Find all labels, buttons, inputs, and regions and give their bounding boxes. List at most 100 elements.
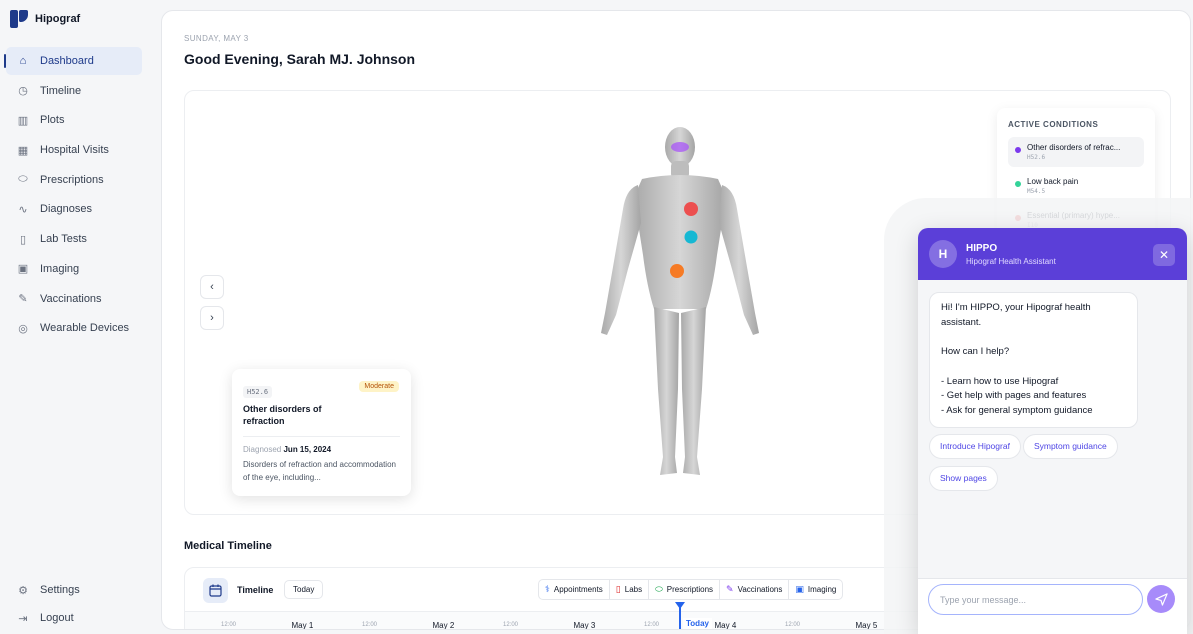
active-conditions-title: ACTIVE CONDITIONS: [1008, 120, 1099, 129]
active-condition-item[interactable]: Other disorders of refrac... H52.6: [1008, 137, 1144, 167]
sidebar-item-wearable-devices[interactable]: ◎ Wearable Devices: [6, 314, 142, 342]
sidebar: Hipograf ⌂ Dashboard ◷ Timeline ▥ Plots ▦ Hospi…: [0, 0, 150, 634]
active-condition-item[interactable]: Low back pain M54.5: [1008, 171, 1144, 201]
sidebar-item-hospital-visits[interactable]: ▦ Hospital Visits: [6, 136, 142, 164]
condition-marker-lower-abdomen[interactable]: [670, 264, 684, 278]
timeline-label: Timeline: [237, 585, 274, 595]
sidebar-item-label: Plots: [40, 114, 65, 127]
watch-icon: ◎: [18, 322, 28, 335]
chat-close-button[interactable]: ✕: [1153, 244, 1175, 266]
severity-badge: Moderate: [359, 381, 399, 392]
filter-label: Vaccinations: [737, 585, 783, 594]
active-condition-name: Low back pain: [1027, 177, 1079, 186]
sidebar-item-label: Lab Tests: [40, 233, 87, 246]
sidebar-item-label: Prescriptions: [40, 173, 104, 186]
today-button[interactable]: Today: [284, 580, 324, 599]
assistant-chat-widget: H HIPPO Hipograf Health Assistant ✕ Hi! …: [918, 228, 1187, 634]
bar-chart-icon: ▥: [17, 114, 29, 127]
sidebar-item-plots[interactable]: ▥ Plots: [6, 106, 142, 134]
syringe-icon: ✎: [726, 584, 734, 594]
active-condition-code: H52.6: [1027, 154, 1046, 161]
timeline-time-label: 12:00: [503, 622, 519, 628]
quick-replies: Introduce Hipograf Symptom guidance Show p…: [929, 434, 1179, 498]
pill-icon: ⬭: [18, 173, 28, 186]
sidebar-item-logout[interactable]: ⇥ Logout: [6, 604, 142, 632]
diagnosed-date: Jun 15, 2024: [283, 445, 332, 455]
filter-vaccinations[interactable]: ✎ Vaccinations: [719, 579, 790, 600]
divider: [243, 436, 400, 438]
close-icon: ✕: [1158, 248, 1170, 262]
condition-color-dot: [1015, 147, 1021, 153]
condition-description: Disorders of refraction and accommodatio…: [243, 460, 396, 483]
filter-label: Prescriptions: [666, 585, 714, 594]
diagnosed-label: Diagnosed: [243, 445, 282, 455]
sidebar-nav: ⌂ Dashboard ◷ Timeline ▥ Plots ▦ Hospital Visit…: [4, 47, 142, 344]
condition-color-dot: [1015, 181, 1021, 187]
gear-icon: ⚙: [18, 584, 28, 597]
medical-timeline-title: Medical Timeline: [184, 540, 272, 552]
sidebar-item-lab-tests[interactable]: ▯ Lab Tests: [6, 225, 142, 253]
sidebar-item-settings[interactable]: ⚙ Settings: [6, 576, 142, 604]
current-date: SUNDAY, MAY 3: [184, 34, 249, 43]
today-marker-label: Today: [683, 618, 712, 629]
sidebar-item-label: Vaccinations: [40, 292, 102, 305]
quick-reply-introduce-hipograf[interactable]: Introduce Hipograf: [929, 434, 1021, 459]
sidebar-item-timeline[interactable]: ◷ Timeline: [6, 77, 142, 105]
next-condition-button[interactable]: ›: [200, 306, 224, 330]
assistant-name: HIPPO: [966, 242, 998, 254]
filter-label: Appointments: [553, 585, 603, 594]
test-tube-icon: ▯: [19, 233, 27, 246]
sidebar-item-diagnoses[interactable]: ∿ Diagnoses: [6, 195, 142, 223]
sidebar-item-vaccinations[interactable]: ✎ Vaccinations: [6, 285, 142, 313]
send-icon: [1154, 592, 1168, 606]
timeline-time-label: 12:00: [362, 622, 378, 628]
test-tube-icon: ▯: [615, 584, 621, 594]
quick-reply-show-pages[interactable]: Show pages: [929, 466, 998, 491]
sidebar-item-imaging[interactable]: ▣ Imaging: [6, 255, 142, 283]
image-icon: ▣: [795, 584, 804, 594]
previous-condition-button[interactable]: ‹: [200, 275, 224, 299]
sidebar-item-label: Imaging: [40, 262, 80, 275]
sidebar-item-dashboard[interactable]: ⌂ Dashboard: [4, 47, 142, 75]
assistant-message-text: Hi! I'm HIPPO, your Hipograf health assi…: [941, 302, 1093, 417]
sidebar-item-label: Diagnoses: [40, 203, 92, 216]
filter-label: Labs: [624, 585, 643, 594]
brand[interactable]: Hipograf: [10, 10, 80, 28]
quick-reply-symptom-guidance[interactable]: Symptom guidance: [1022, 434, 1118, 459]
condition-marker-eyes[interactable]: [671, 142, 689, 152]
timeline-day-label: May 1: [291, 621, 314, 630]
filter-prescriptions[interactable]: ⬭ Prescriptions: [648, 579, 721, 600]
logout-icon: ⇥: [18, 612, 28, 625]
condition-detail-card[interactable]: H52.6 Moderate Other disorders of refrac…: [232, 369, 411, 496]
chat-input-area: [918, 578, 1187, 634]
condition-marker-chest[interactable]: [684, 202, 698, 216]
timeline-day-label: May 2: [432, 621, 455, 630]
send-button[interactable]: [1147, 585, 1175, 613]
filter-appointments[interactable]: ⚕ Appointments: [538, 579, 610, 600]
filter-imaging[interactable]: ▣ Imaging: [788, 579, 844, 600]
chat-header: H HIPPO Hipograf Health Assistant ✕: [918, 228, 1187, 280]
sidebar-item-label: Settings: [40, 584, 80, 596]
sidebar-item-label: Hospital Visits: [40, 144, 109, 157]
sidebar-item-prescriptions[interactable]: ⬭ Prescriptions: [6, 166, 142, 194]
filter-label: Imaging: [807, 585, 837, 594]
sidebar-item-label: Timeline: [40, 84, 82, 97]
condition-code: H52.6: [243, 386, 273, 398]
diagnosed-line: Diagnosed Jun 15, 2024: [243, 445, 400, 454]
filter-labs[interactable]: ▯ Labs: [608, 579, 650, 600]
stethoscope-icon: ⚕: [545, 584, 550, 594]
sidebar-item-label: Wearable Devices: [40, 322, 130, 335]
chat-message-input[interactable]: [928, 584, 1143, 615]
calendar-icon: ▦: [17, 144, 29, 157]
clock-icon: ◷: [18, 85, 28, 98]
body-3d-figure[interactable]: [580, 127, 780, 485]
timeline-filters: ⚕ Appointments ▯ Labs ⬭ Prescriptions ✎ Vaccina…: [538, 579, 844, 600]
timeline-day-label: May 3: [573, 621, 596, 630]
sidebar-item-label: Logout: [40, 612, 74, 624]
pill-icon: ⬭: [655, 584, 663, 594]
today-marker: [675, 602, 685, 629]
chevron-left-icon: ‹: [210, 281, 214, 293]
timeline-day-label: May 4: [714, 621, 737, 630]
condition-marker-upper-abdomen[interactable]: [684, 230, 698, 244]
timeline-day-label: May 5: [855, 621, 878, 630]
